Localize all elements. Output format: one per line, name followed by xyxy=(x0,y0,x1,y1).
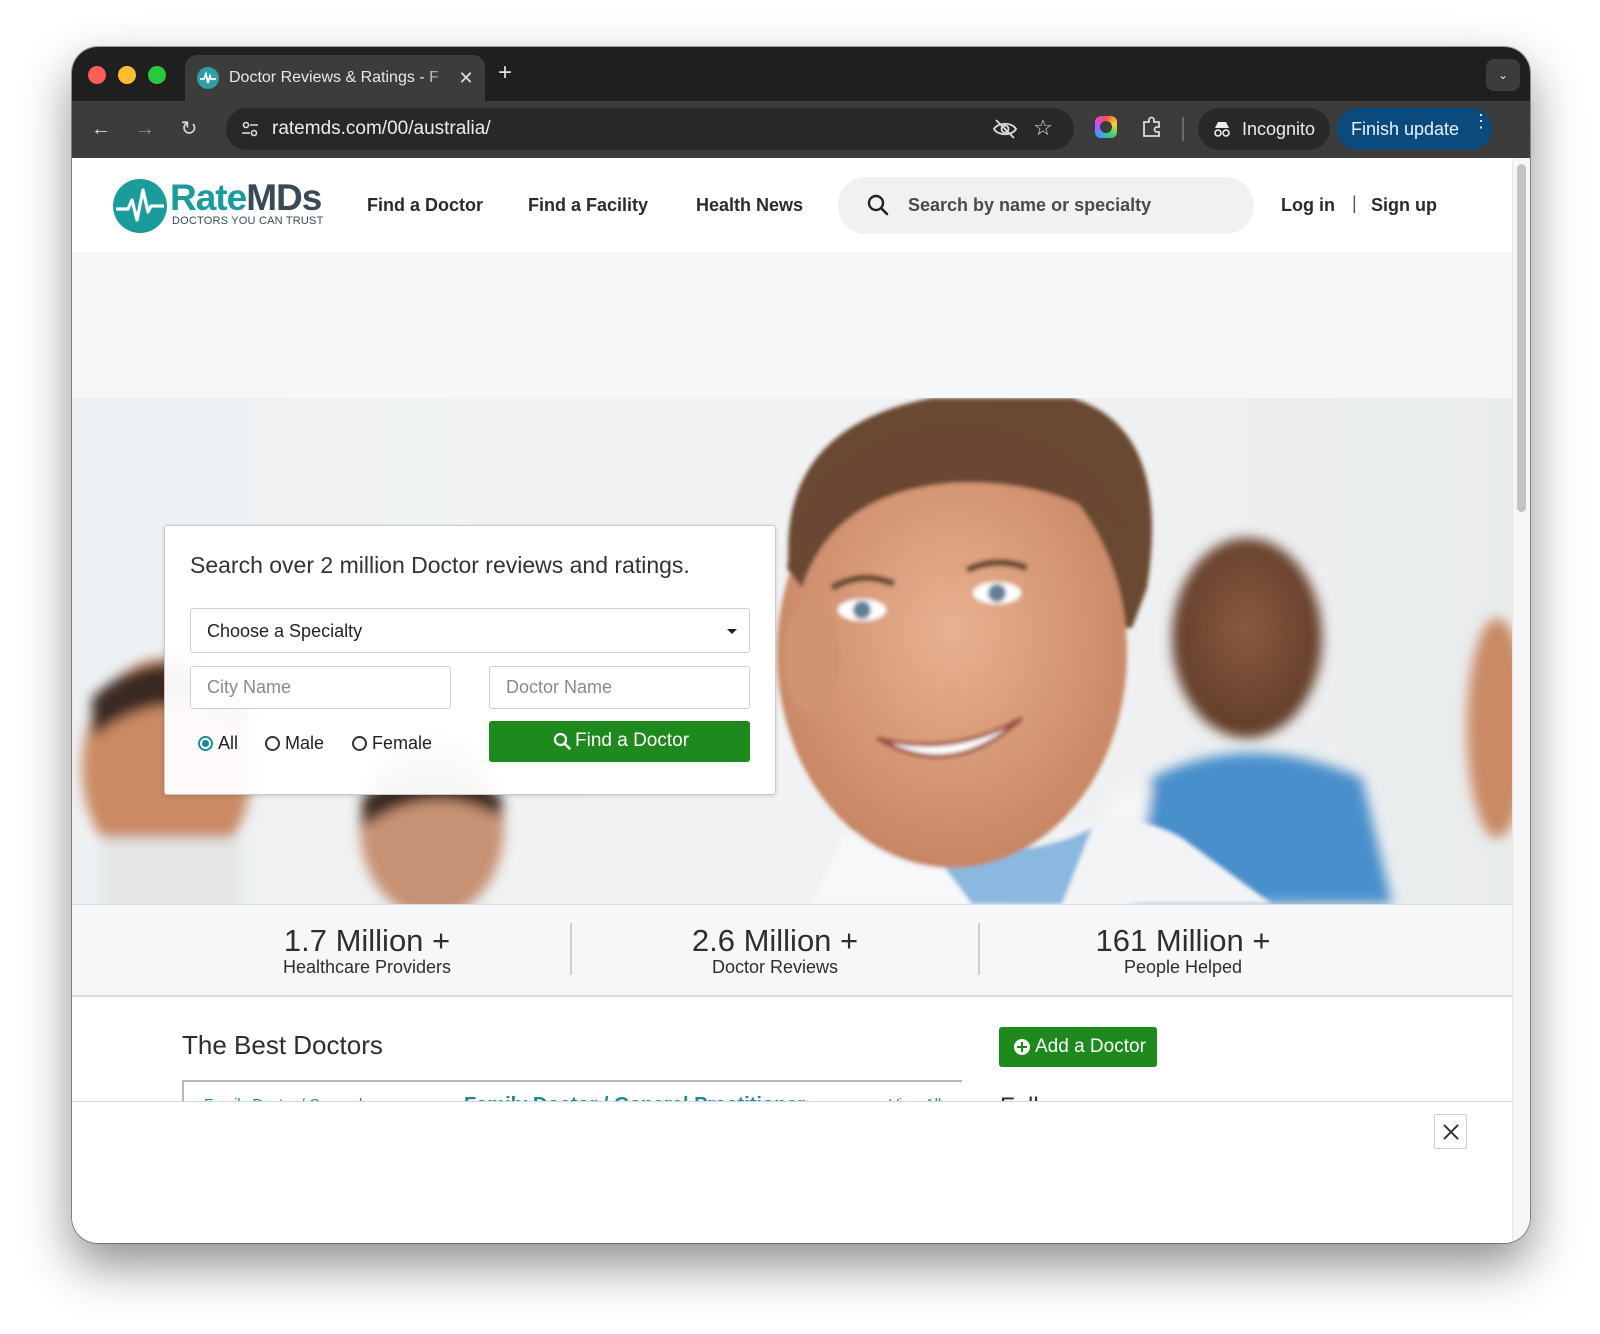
gender-label-female: Female xyxy=(372,733,433,753)
radio-unchecked-icon xyxy=(352,736,367,751)
plus-circle-icon xyxy=(1014,1039,1030,1055)
address-bar[interactable]: ratemds.com/00/australia/ ☆ xyxy=(226,108,1074,150)
stat-label: Doctor Reviews xyxy=(711,957,839,977)
ratemds-favicon-icon xyxy=(197,67,219,89)
close-window-button[interactable] xyxy=(88,66,106,84)
caret-down-icon xyxy=(727,629,737,634)
stat-value: 2.6 Million + xyxy=(691,923,859,958)
specialty-select-value: Choose a Specialty xyxy=(207,621,363,641)
minimize-window-button[interactable] xyxy=(118,66,136,84)
stat-people-helped: 161 Million + People Helped xyxy=(983,905,1383,998)
kebab-menu-icon[interactable]: ⋮ xyxy=(1472,112,1490,130)
gender-radio-male[interactable]: Male xyxy=(265,733,335,755)
doctor-search-card: Search over 2 million Doctor reviews and… xyxy=(164,525,776,795)
logo-tagline: DOCTORS YOU CAN TRUST xyxy=(172,215,324,227)
gender-radio-all[interactable]: All xyxy=(198,733,248,755)
logo-wordmark[interactable]: RateMDs xyxy=(170,177,322,218)
stat-label: People Helped xyxy=(1123,957,1243,977)
nav-health-news[interactable]: Health News xyxy=(696,195,803,216)
close-icon[interactable] xyxy=(1434,1114,1467,1149)
url-text: ratemds.com/00/australia/ xyxy=(272,118,491,139)
login-link[interactable]: Log in xyxy=(1281,195,1335,216)
search-card-title: Search over 2 million Doctor reviews and… xyxy=(190,552,690,578)
stat-value: 1.7 Million + xyxy=(283,923,451,958)
scrollbar-thumb[interactable] xyxy=(1517,164,1526,512)
screenshot-stage: Doctor Reviews & Ratings - F ✕ + ⌄ ← → ↻… xyxy=(0,0,1600,1334)
city-name-input[interactable] xyxy=(190,666,451,709)
color-extension-icon[interactable] xyxy=(1095,116,1117,138)
ad-space xyxy=(72,252,1512,398)
bottom-ad-banner xyxy=(72,1101,1512,1243)
radio-checked-icon xyxy=(198,736,213,751)
logo-mds: MDs xyxy=(246,177,322,218)
back-arrow-icon[interactable]: ← xyxy=(86,114,116,144)
hero-banner: Search over 2 million Doctor reviews and… xyxy=(72,398,1512,904)
stats-bar: 1.7 Million + Healthcare Providers 2.6 M… xyxy=(72,904,1512,997)
tab-search-dropdown-icon[interactable]: ⌄ xyxy=(1486,59,1520,91)
add-doctor-button[interactable]: Add a Doctor xyxy=(999,1027,1157,1067)
new-tab-icon[interactable]: + xyxy=(492,61,518,87)
doctor-name-input[interactable] xyxy=(489,666,750,709)
site-header: RateMDs DOCTORS YOU CAN TRUST Find a Doc… xyxy=(72,158,1512,252)
site-search-input[interactable] xyxy=(908,187,1228,224)
incognito-label: Incognito xyxy=(1242,119,1316,139)
bookmark-star-icon[interactable]: ☆ xyxy=(1030,115,1056,141)
page-viewport: RateMDs DOCTORS YOU CAN TRUST Find a Doc… xyxy=(72,158,1530,1243)
ratemds-logo-icon[interactable] xyxy=(112,178,168,234)
find-doctor-button[interactable]: Find a Doctor xyxy=(489,721,750,762)
toolbar-divider xyxy=(1182,117,1184,141)
add-doctor-label: Add a Doctor xyxy=(1035,1036,1146,1057)
specialty-select[interactable]: Choose a Specialty xyxy=(190,608,750,653)
stat-label: Healthcare Providers xyxy=(282,957,452,977)
browser-toolbar: ← → ↻ ratemds.com/00/australia/ ☆ Incogn… xyxy=(72,101,1530,158)
tab-title: Doctor Reviews & Ratings - F xyxy=(229,69,449,89)
radio-unchecked-icon xyxy=(265,736,280,751)
finish-update-label: Finish update xyxy=(1351,119,1460,139)
reload-icon[interactable]: ↻ xyxy=(174,114,204,144)
logo-rate: Rate xyxy=(170,177,247,218)
stat-providers: 1.7 Million + Healthcare Providers xyxy=(167,905,567,998)
incognito-icon xyxy=(1214,122,1230,137)
stat-divider xyxy=(570,923,572,975)
gender-radio-female[interactable]: Female xyxy=(352,733,442,755)
find-doctor-label: Find a Doctor xyxy=(575,730,690,751)
gender-label-all: All xyxy=(218,733,239,753)
search-icon xyxy=(553,732,571,750)
browser-tab-bar: Doctor Reviews & Ratings - F ✕ + ⌄ xyxy=(72,47,1530,101)
site-search-box[interactable] xyxy=(838,177,1254,234)
finish-update-button[interactable]: Finish update ⋮ xyxy=(1337,108,1492,150)
page-scrollbar[interactable] xyxy=(1512,158,1530,1243)
tab-close-icon[interactable]: ✕ xyxy=(455,67,477,89)
stat-value: 161 Million + xyxy=(1095,923,1271,958)
incognito-chip[interactable]: Incognito xyxy=(1198,108,1330,150)
forward-arrow-icon[interactable]: → xyxy=(130,114,160,144)
maximize-window-button[interactable] xyxy=(148,66,166,84)
nav-find-facility[interactable]: Find a Facility xyxy=(528,195,648,216)
best-doctors-title: The Best Doctors xyxy=(182,1030,383,1060)
site-settings-icon[interactable] xyxy=(238,117,262,141)
nav-find-doctor[interactable]: Find a Doctor xyxy=(367,195,483,216)
signup-link[interactable]: Sign up xyxy=(1371,195,1437,216)
eye-slash-icon[interactable] xyxy=(992,117,1018,141)
gender-label-male: Male xyxy=(285,733,325,753)
search-icon[interactable] xyxy=(866,193,890,217)
browser-tab-active[interactable]: Doctor Reviews & Ratings - F ✕ xyxy=(185,55,485,101)
auth-separator: | xyxy=(1352,193,1357,213)
browser-window: Doctor Reviews & Ratings - F ✕ + ⌄ ← → ↻… xyxy=(72,47,1530,1243)
stat-reviews: 2.6 Million + Doctor Reviews xyxy=(575,905,975,998)
extensions-puzzle-icon[interactable] xyxy=(1139,114,1165,140)
stat-divider xyxy=(978,923,980,975)
